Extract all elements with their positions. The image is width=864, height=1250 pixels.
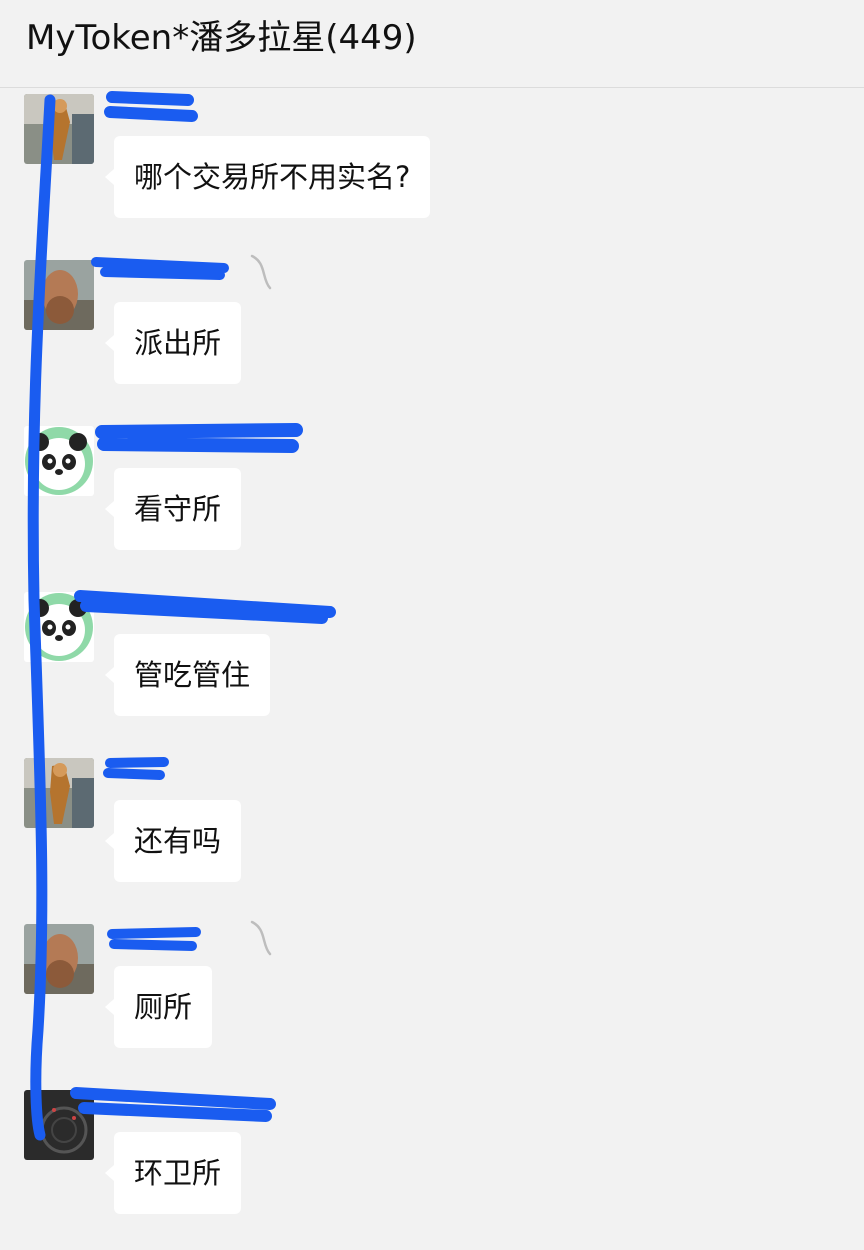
- photo-avatar-2[interactable]: [24, 924, 94, 994]
- message-row: 厕所: [0, 924, 864, 1084]
- photo-avatar-1[interactable]: [24, 758, 94, 828]
- message-bubble[interactable]: 管吃管住: [104, 634, 271, 716]
- message-bubble[interactable]: 派出所: [104, 302, 242, 384]
- message-row: 看守所: [0, 426, 864, 586]
- message-bubble[interactable]: 环卫所: [104, 1132, 242, 1214]
- message-row: ㅤ 哪个交易所不用实名?: [0, 94, 864, 254]
- photo-avatar-2[interactable]: [24, 260, 94, 330]
- message-row: 还有吗: [0, 758, 864, 918]
- sender-name: ㅤ: [114, 96, 135, 121]
- panda-avatar[interactable]: [24, 592, 94, 662]
- panda-avatar[interactable]: [24, 426, 94, 496]
- message-bubble[interactable]: 还有吗: [104, 800, 242, 882]
- message-row: 管吃管住: [0, 592, 864, 752]
- message-bubble[interactable]: 哪个交易所不用实名?: [104, 136, 431, 218]
- chat-header: MyToken*潘多拉星(449): [0, 0, 864, 88]
- message-row: 环卫所: [0, 1090, 864, 1250]
- message-row: 派出所: [0, 260, 864, 420]
- photo-avatar-1[interactable]: [24, 94, 94, 164]
- message-bubble[interactable]: 看守所: [104, 468, 242, 550]
- chat-title: MyToken*潘多拉星(449): [26, 18, 417, 58]
- message-bubble[interactable]: 厕所: [104, 966, 213, 1048]
- photo-avatar-3[interactable]: [24, 1090, 94, 1160]
